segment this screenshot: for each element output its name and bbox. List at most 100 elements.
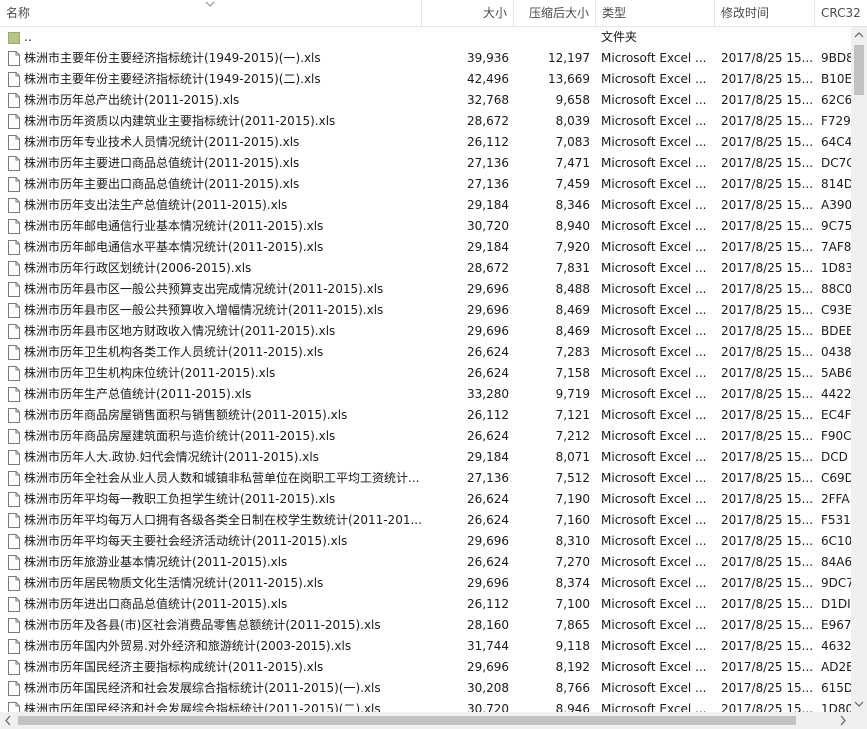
file-packed-size: 8,946 xyxy=(555,702,590,712)
file-modified: 2017/8/25 15... xyxy=(721,660,814,674)
file-row[interactable]: 株洲市历年支出法生产总值统计(2011-2015).xls 29,184 8,346… xyxy=(0,195,851,216)
file-row[interactable]: 株洲市主要年份主要经济指标统计(1949-2015)(二).xls 42,496 1… xyxy=(0,69,851,90)
file-name-cell: 株洲市历年旅游业基本情况统计(2011-2015).xls xyxy=(6,552,422,573)
file-row[interactable]: 株洲市历年国内外贸易.对外经济和旅游统计(2003-2015).xls 31,74… xyxy=(0,636,851,657)
vertical-scroll-thumb[interactable] xyxy=(854,45,864,95)
file-icon xyxy=(8,198,20,213)
file-row[interactable]: 株洲市历年国民经济主要指标构成统计(2011-2015).xls 29,696 8,… xyxy=(0,657,851,678)
file-icon xyxy=(8,135,20,150)
file-row[interactable]: 株洲市历年生产总值统计(2011-2015).xls 33,280 9,719 Mic… xyxy=(0,384,851,405)
file-size: 29,184 xyxy=(467,450,509,464)
file-crc32: 9BD8 xyxy=(821,51,851,65)
file-row[interactable]: 株洲市历年商品房屋建筑面积与造价统计(2011-2015).xls 26,624 7… xyxy=(0,426,851,447)
file-row[interactable]: 株洲市历年平均每天主要社会经济活动统计(2011-2015).xls 29,696… xyxy=(0,531,851,552)
parent-folder-row[interactable]: .. 文件夹 xyxy=(0,27,851,48)
horizontal-scroll-thumb[interactable] xyxy=(18,716,796,725)
file-row[interactable]: 株洲市历年卫生机构各类工作人员统计(2011-2015).xls 26,624 7,… xyxy=(0,342,851,363)
file-name-cell: 株洲市历年人大.政协.妇代会情况统计(2011-2015).xls xyxy=(6,447,422,468)
file-modified: 2017/8/25 15... xyxy=(721,72,814,86)
vertical-scrollbar[interactable] xyxy=(851,27,867,712)
file-type: Microsoft Excel ... xyxy=(601,618,707,632)
file-row[interactable]: 株洲市历年邮电通信水平基本情况统计(2011-2015).xls 29,184 7,… xyxy=(0,237,851,258)
file-name-cell: 株洲市历年县市区地方财政收入情况统计(2011-2015).xls xyxy=(6,321,422,342)
file-icon xyxy=(8,597,20,612)
scroll-up-arrow-icon[interactable] xyxy=(851,27,867,43)
column-header-packed-size[interactable]: 压缩后大小 xyxy=(514,0,596,26)
file-row[interactable]: 株洲市历年旅游业基本情况统计(2011-2015).xls 26,624 7,270… xyxy=(0,552,851,573)
file-row[interactable]: 株洲市历年县市区一般公共预算支出完成情况统计(2011-2015).xls 29,… xyxy=(0,279,851,300)
file-packed-size: 7,160 xyxy=(555,513,590,527)
file-icon xyxy=(8,51,20,66)
file-row[interactable]: 株洲市历年专业技术人员情况统计(2011-2015).xls 26,112 7,08… xyxy=(0,132,851,153)
file-packed-size: 8,766 xyxy=(555,681,590,695)
file-name-cell: 株洲市历年卫生机构床位统计(2011-2015).xls xyxy=(6,363,422,384)
file-row[interactable]: 株洲市历年资质以内建筑业主要指标统计(2011-2015).xls 28,672 8… xyxy=(0,111,851,132)
file-modified: 2017/8/25 15... xyxy=(721,513,814,527)
file-type: Microsoft Excel ... xyxy=(601,324,707,338)
scroll-left-arrow-icon[interactable] xyxy=(0,712,16,729)
file-name: 株洲市历年进出口商品总值统计(2011-2015).xls xyxy=(24,597,288,611)
file-row[interactable]: 株洲市历年居民物质文化生活情况统计(2011-2015).xls 29,696 8,… xyxy=(0,573,851,594)
file-row[interactable]: 株洲市历年卫生机构床位统计(2011-2015).xls 26,624 7,158 M… xyxy=(0,363,851,384)
file-row[interactable]: 株洲市历年人大.政协.妇代会情况统计(2011-2015).xls 29,184 8… xyxy=(0,447,851,468)
file-row[interactable]: 株洲市历年全社会从业人员人数和城镇非私营单位在岗职工平均工资统计... 27,13… xyxy=(0,468,851,489)
file-type: Microsoft Excel ... xyxy=(601,51,707,65)
file-row[interactable]: 株洲市历年行政区划统计(2006-2015).xls 28,672 7,831 Mic… xyxy=(0,258,851,279)
scroll-down-arrow-icon[interactable] xyxy=(851,696,867,712)
file-type: Microsoft Excel ... xyxy=(601,156,707,170)
file-size: 26,624 xyxy=(467,429,509,443)
file-size: 31,744 xyxy=(467,639,509,653)
file-row[interactable]: 株洲市历年平均每一教职工负担学生统计(2011-2015).xls 26,624 7… xyxy=(0,489,851,510)
file-row[interactable]: 株洲市历年及各县(市)区社会消费品零售总额统计(2011-2015).xls 28… xyxy=(0,615,851,636)
file-crc32: 1D83 xyxy=(821,261,851,275)
file-name: 株洲市历年人大.政协.妇代会情况统计(2011-2015).xls xyxy=(24,450,319,464)
column-header-modified[interactable]: 修改时间 xyxy=(715,0,815,26)
horizontal-scrollbar[interactable] xyxy=(0,712,851,729)
scroll-right-arrow-icon[interactable] xyxy=(835,712,851,729)
column-header-crc32[interactable]: CRC32 xyxy=(815,0,867,26)
file-crc32: 4632 xyxy=(821,639,851,653)
file-icon xyxy=(8,429,20,444)
file-packed-size: 7,270 xyxy=(555,555,590,569)
file-type: Microsoft Excel ... xyxy=(601,408,707,422)
file-row[interactable]: 株洲市历年国民经济和社会发展综合指标统计(2011-2015)(一).xls 30… xyxy=(0,678,851,699)
file-icon xyxy=(8,660,20,675)
file-crc32: 88C0 xyxy=(821,282,851,296)
file-row[interactable]: 株洲市历年主要进口商品总值统计(2011-2015).xls 27,136 7,47… xyxy=(0,153,851,174)
file-name: 株洲市主要年份主要经济指标统计(1949-2015)(一).xls xyxy=(24,51,321,65)
file-row[interactable]: 株洲市历年主要出口商品总值统计(2011-2015).xls 27,136 7,45… xyxy=(0,174,851,195)
file-row[interactable]: 株洲市历年国民经济和社会发展综合指标统计(2011-2015)(二).xls 30… xyxy=(0,699,851,712)
file-row[interactable]: 株洲市历年总产出统计(2011-2015).xls 32,768 9,658 Micr… xyxy=(0,90,851,111)
file-size: 30,720 xyxy=(467,702,509,712)
file-row[interactable]: 株洲市历年县市区一般公共预算收入增幅情况统计(2011-2015).xls 29,… xyxy=(0,300,851,321)
file-type: Microsoft Excel ... xyxy=(601,429,707,443)
file-icon xyxy=(8,471,20,486)
file-name-cell: 株洲市历年商品房屋建筑面积与造价统计(2011-2015).xls xyxy=(6,426,422,447)
file-packed-size: 7,121 xyxy=(555,408,590,422)
file-crc32: A390 xyxy=(821,198,851,212)
file-modified: 2017/8/25 15... xyxy=(721,429,814,443)
file-size: 27,136 xyxy=(467,156,509,170)
file-name: 株洲市历年主要进口商品总值统计(2011-2015).xls xyxy=(24,156,300,170)
file-size: 39,936 xyxy=(467,51,509,65)
file-row[interactable]: 株洲市历年进出口商品总值统计(2011-2015).xls 26,112 7,100… xyxy=(0,594,851,615)
file-type: Microsoft Excel ... xyxy=(601,534,707,548)
column-header-type[interactable]: 类型 xyxy=(596,0,715,26)
file-crc32: F90C xyxy=(821,429,851,443)
file-size: 29,696 xyxy=(467,534,509,548)
file-name-cell: 株洲市历年支出法生产总值统计(2011-2015).xls xyxy=(6,195,422,216)
file-row[interactable]: 株洲市历年邮电通信行业基本情况统计(2011-2015).xls 30,720 8,… xyxy=(0,216,851,237)
file-row[interactable]: 株洲市主要年份主要经济指标统计(1949-2015)(一).xls 39,936 1… xyxy=(0,48,851,69)
column-header-size[interactable]: 大小 xyxy=(422,0,514,26)
file-row[interactable]: 株洲市历年县市区地方财政收入情况统计(2011-2015).xls 29,696 8… xyxy=(0,321,851,342)
file-name: 株洲市历年平均每万人口拥有各级各类全日制在校学生数统计(2011-201... xyxy=(24,513,422,527)
file-modified: 2017/8/25 15... xyxy=(721,492,814,506)
file-modified: 2017/8/25 15... xyxy=(721,576,814,590)
file-modified: 2017/8/25 15... xyxy=(721,681,814,695)
file-crc32: 4422 xyxy=(821,387,851,401)
file-row[interactable]: 株洲市历年商品房屋销售面积与销售额统计(2011-2015).xls 26,112… xyxy=(0,405,851,426)
file-row[interactable]: 株洲市历年平均每万人口拥有各级各类全日制在校学生数统计(2011-201... 2… xyxy=(0,510,851,531)
file-modified: 2017/8/25 15... xyxy=(721,177,814,191)
file-size xyxy=(422,27,509,48)
file-modified: 2017/8/25 15... xyxy=(721,345,814,359)
